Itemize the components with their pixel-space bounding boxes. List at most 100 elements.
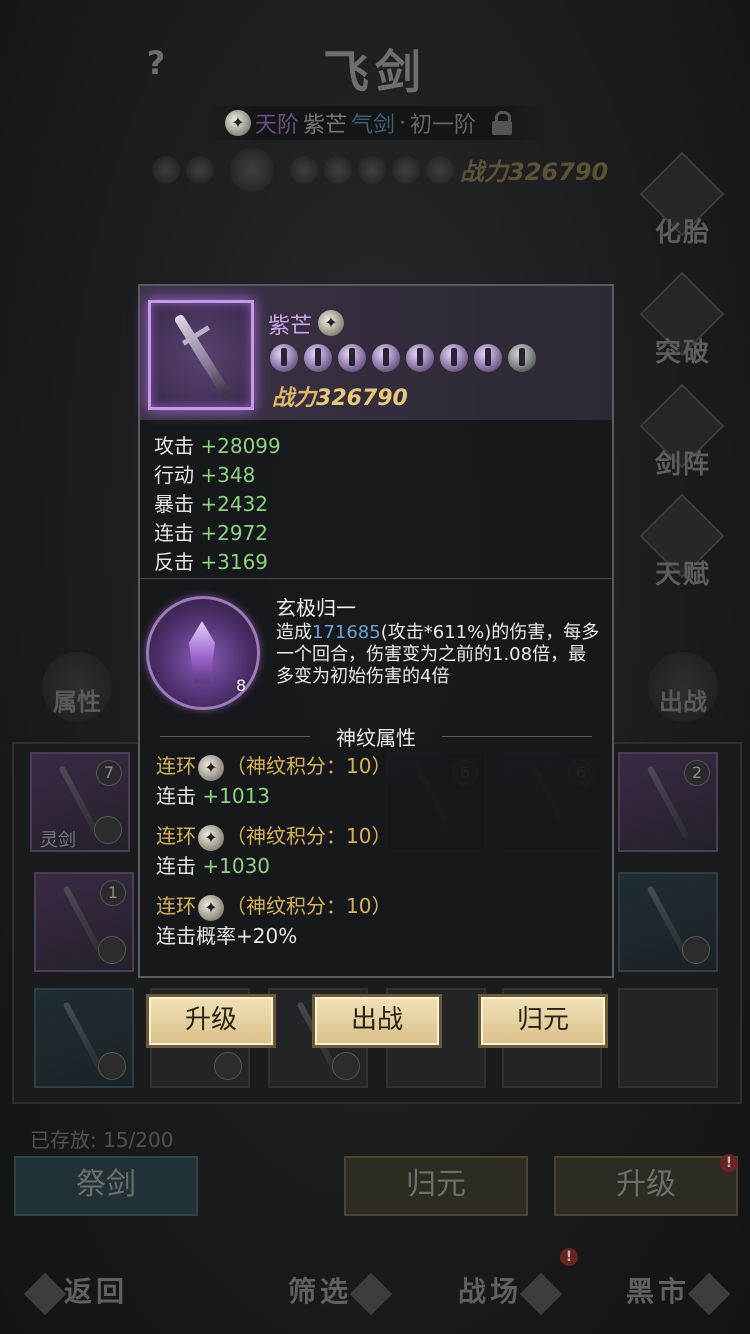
rating-star-icon [304,344,332,372]
nav-back[interactable]: 返回 [23,1270,129,1315]
attribute-row: 连击 +2972 [154,519,281,548]
attribute-value: +348 [200,463,256,487]
rune-name: 连环 [156,824,196,848]
rank-line: ✦ 天阶 紫芒 气剑 · 初一阶 [225,108,513,138]
skill-damage-value: 171685 [312,622,381,643]
rating-star-icon [406,344,434,372]
storage-label: 已存放: [30,1128,97,1152]
star-row-bg [152,148,454,192]
menu-tianfu[interactable]: 天赋 [639,493,725,590]
flying-sword-icon [173,313,231,397]
menu-label: 化胎 [654,218,711,248]
attribute-row: 攻击 +28099 [154,432,281,461]
nav-filter[interactable]: 筛选 [288,1270,393,1315]
rune-name: 连环 [156,894,196,918]
attribute-value: +2432 [200,492,269,516]
storage-count: 已存放: 15/200 [30,1124,173,1153]
lock-icon[interactable] [492,111,513,135]
sword-icon [646,765,690,839]
power-label: 战力 [460,158,508,186]
attribute-name: 攻击 [154,434,194,458]
battle-alert-badge: ! [560,1248,578,1266]
attribute-value: +3169 [200,550,269,574]
rune-stat: 连击概率+20% [156,920,297,949]
rune-section-title: 神纹属性 [140,722,612,751]
menu-label: 突破 [654,338,711,368]
rank-type: 气剑 [351,113,396,138]
main-star-icon [230,148,274,192]
market-icon [687,1272,731,1315]
sacrifice-button[interactable]: 祭剑 [14,1156,198,1216]
popup-deploy-button[interactable]: 出战 [312,994,442,1048]
nav-back-label: 返回 [64,1275,129,1308]
sword-slot[interactable] [618,872,718,972]
help-icon[interactable]: ? [138,44,174,84]
deploy-side-button[interactable]: 出战 [648,652,718,722]
return-button[interactable]: 归元 [344,1156,528,1216]
nav-battle-label: 战场 [458,1275,523,1308]
upgrade-button[interactable]: 升级 [554,1156,738,1216]
popup-return-button[interactable]: 归元 [478,994,608,1048]
rune-stat-value: +1030 [202,854,271,878]
element-icon [682,936,710,964]
sword-slot[interactable]: 1 [34,872,134,972]
menu-jianzhen[interactable]: 剑阵 [639,383,725,480]
star-icon [186,156,214,184]
nav-filter-label: 筛选 [288,1275,353,1308]
crystal-icon [189,621,215,683]
skill-description: 造成171685(攻击*611%)的伤害，每多一个回合，伤害变为之前的1.08倍… [276,622,602,688]
item-detail-popup: 紫芒 ✦ 战力326790 攻击 +28099 行动 +348 暴击 +2432… [138,284,614,978]
power-bg: 战力326790 [460,152,608,187]
element-icon [98,936,126,964]
crossed-swords-icon [519,1272,563,1315]
attributes-button[interactable]: 属性 [42,652,112,722]
attribute-value: +2972 [200,521,269,545]
power-label: 战力 [272,386,317,411]
item-name: 紫芒 [268,314,313,339]
popup-upgrade-button[interactable]: 升级 [146,994,276,1048]
nav-battle[interactable]: 战场 [458,1270,563,1315]
attribute-name: 连击 [154,521,194,545]
star-icon [290,156,318,184]
element-coin-icon: ✦ [225,110,251,136]
power-value: 326790 [316,386,408,411]
rating-star-icon [372,344,400,372]
nav-market[interactable]: 黑市 [626,1270,731,1315]
attribute-row: 行动 +348 [154,461,281,490]
rating-star-icon [508,344,536,372]
deploy-side-label: 出战 [659,687,707,716]
rune-name: 连环 [156,754,196,778]
power-value: 326790 [508,158,609,186]
star-icon [392,156,420,184]
rune-stat: 连击 +1030 [156,850,270,879]
nav-market-label: 黑市 [626,1275,691,1308]
attribute-name: 暴击 [154,492,194,516]
filter-icon [349,1272,393,1315]
rune-stat-name: 连击 [156,854,196,878]
item-icon-frame [148,300,254,410]
rune-stat-value: +1013 [202,784,271,808]
sword-slot[interactable] [34,988,134,1088]
rank-dot: · [399,110,407,136]
rating-star-icon [440,344,468,372]
rating-star-icon [474,344,502,372]
attribute-value: +28099 [200,434,281,458]
slot-count: 7 [96,760,122,786]
sword-slot[interactable] [618,988,718,1088]
attribute-list: 攻击 +28099 行动 +348 暴击 +2432 连击 +2972 反击 +… [154,432,281,577]
rune-score: （神纹积分：10） [226,754,392,778]
menu-tupo[interactable]: 突破 [639,271,725,368]
rune-stat-name: 连击 [156,784,196,808]
rune-stat: 连击 +1013 [156,780,270,809]
attribute-row: 反击 +3169 [154,548,281,577]
upgrade-alert-badge: ! [720,1154,738,1172]
sword-slot[interactable]: 2 [618,752,718,852]
lingjian-label: 灵剑 [40,830,76,851]
slot-count: 1 [100,880,126,906]
rating-star-icon [270,344,298,372]
element-icon [214,1052,242,1080]
attribute-name: 行动 [154,463,194,487]
menu-huatai[interactable]: 化胎 [639,151,725,248]
slot-count: 2 [684,760,710,786]
star-icon [358,156,386,184]
